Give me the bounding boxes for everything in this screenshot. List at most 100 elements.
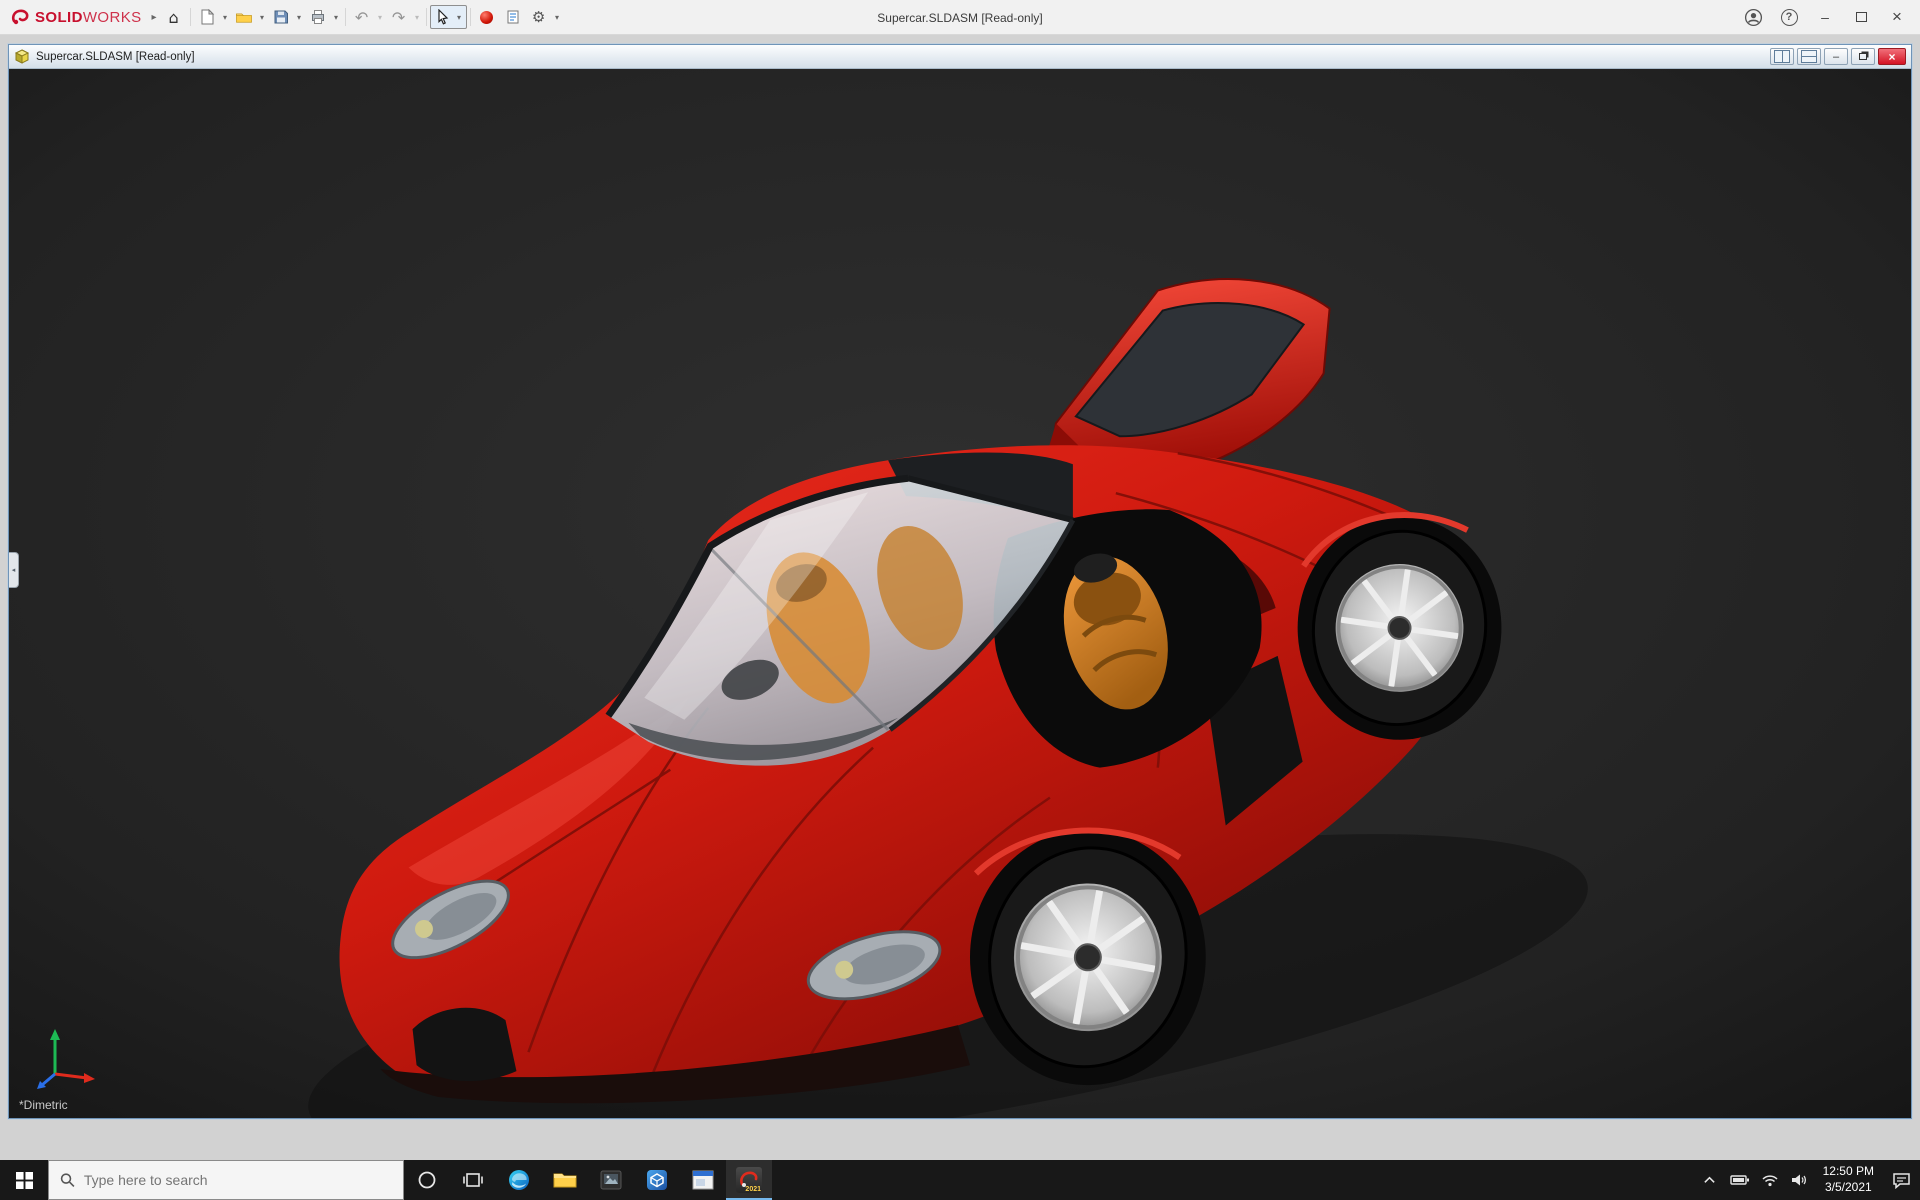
3ds-logo-icon [11, 9, 29, 25]
window-app-icon [692, 1170, 714, 1190]
options-caret[interactable]: ▾ [552, 13, 563, 22]
new-document-icon [201, 9, 214, 25]
document-restore-button[interactable] [1851, 48, 1875, 65]
document-close-button[interactable]: × [1878, 48, 1906, 65]
home-button[interactable]: ⌂ [161, 4, 187, 30]
workspace: Supercar.SLDASM [Read-only] – × *Dimetri… [0, 35, 1920, 1160]
blue-model-app-icon [647, 1170, 667, 1190]
xpress-products-button[interactable] [474, 4, 500, 30]
undo-button[interactable]: ↶ [349, 4, 375, 30]
document-controls: – × [1770, 48, 1906, 65]
network-indicator[interactable] [1755, 1160, 1785, 1200]
split-view-button[interactable] [1770, 48, 1794, 65]
notification-icon [1892, 1172, 1910, 1189]
front-left-wheel [412, 1007, 517, 1082]
toolbar-separator [425, 8, 427, 26]
options-button[interactable]: ⚙ [526, 4, 552, 30]
system-tray: 12:50 PM 3/5/2021 [1695, 1160, 1920, 1200]
feature-manager-collapse-tab[interactable]: ◂ [9, 551, 19, 588]
open-button[interactable] [231, 4, 257, 30]
edge-icon [509, 1170, 529, 1190]
select-arrow-holder [432, 6, 454, 28]
print-button[interactable] [305, 4, 331, 30]
cortana-icon [418, 1171, 436, 1189]
cortana-button[interactable] [404, 1160, 450, 1200]
tray-expand-button[interactable] [1695, 1160, 1725, 1200]
red-sphere-icon [480, 10, 494, 24]
battery-indicator[interactable] [1725, 1160, 1755, 1200]
select-arrow-icon [437, 9, 448, 25]
triad-x-axis [54, 1072, 88, 1080]
solidworks-year-label: 2021 [745, 1186, 761, 1193]
toolbar-separator [189, 8, 191, 26]
brand-light: WORKS [82, 8, 142, 26]
toolbar-separator [344, 8, 346, 26]
taskbar-clock[interactable]: 12:50 PM 3/5/2021 [1815, 1164, 1882, 1195]
image-viewer-app-icon [600, 1170, 622, 1190]
blue-model-app-button[interactable] [634, 1160, 680, 1200]
image-viewer-app-button[interactable] [588, 1160, 634, 1200]
new-document-caret[interactable]: ▾ [220, 13, 231, 22]
orientation-triad [37, 1029, 95, 1089]
solidworks-taskbar-button[interactable]: 2021 [726, 1160, 772, 1200]
account-button[interactable] [1736, 3, 1770, 31]
solidworks-app-icon: 2021 [736, 1167, 762, 1193]
volume-indicator[interactable] [1785, 1160, 1815, 1200]
maximize-icon [1855, 12, 1867, 22]
speaker-icon [1792, 1174, 1807, 1186]
open-caret[interactable]: ▾ [257, 13, 268, 22]
wifi-icon [1762, 1175, 1778, 1187]
help-button[interactable]: ? [1772, 3, 1806, 31]
print-icon [311, 10, 324, 24]
file-explorer-button[interactable] [542, 1160, 588, 1200]
file-properties-icon [507, 10, 519, 24]
select-tool-button[interactable]: ▾ [429, 5, 467, 29]
minimize-button[interactable]: – [1808, 3, 1842, 31]
action-center-button[interactable] [1882, 1160, 1920, 1200]
save-button[interactable] [268, 4, 294, 30]
restore-icon [1859, 53, 1867, 60]
toolbar-expand-arrow[interactable]: ▸ [152, 12, 157, 23]
save-caret[interactable]: ▾ [294, 13, 305, 22]
redo-caret[interactable]: ▾ [412, 13, 423, 22]
save-icon [274, 10, 288, 24]
window-app-button[interactable] [680, 1160, 726, 1200]
search-input[interactable] [83, 1172, 392, 1188]
solidworks-app: SOLIDWORKS ▸ ⌂ ▾ ▾ ▾ ▾ ↶ ▾ ↷ ▾ ▾ ⚙ ▾ Sup… [0, 0, 1920, 1200]
start-button[interactable] [0, 1160, 48, 1200]
undo-caret[interactable]: ▾ [375, 13, 386, 22]
edge-button[interactable] [496, 1160, 542, 1200]
document-minimize-button[interactable]: – [1824, 48, 1848, 65]
toolbar-separator [469, 8, 471, 26]
open-folder-icon [235, 13, 252, 23]
clock-time: 12:50 PM [1822, 1164, 1874, 1179]
help-icon: ? [1780, 8, 1798, 26]
split-pane-icon [1774, 50, 1790, 63]
document-title: Supercar.SLDASM [Read-only] [36, 50, 195, 63]
app-window-controls: ? – × [1736, 3, 1914, 31]
close-button[interactable]: × [1880, 3, 1914, 31]
select-caret[interactable]: ▾ [454, 13, 465, 22]
main-toolbar: ⌂ ▾ ▾ ▾ ▾ ↶ ▾ ↷ ▾ ▾ ⚙ ▾ [161, 4, 563, 30]
graphics-viewport[interactable]: *Dimetric ◂ [9, 69, 1911, 1118]
clock-date: 3/5/2021 [1824, 1180, 1872, 1194]
file-properties-button[interactable] [500, 4, 526, 30]
split-view-horizontal-button[interactable] [1797, 48, 1821, 65]
battery-icon [1729, 1175, 1749, 1185]
task-view-button[interactable] [450, 1160, 496, 1200]
brand-bold: SOLID [35, 8, 83, 26]
document-window: Supercar.SLDASM [Read-only] – × *Dimetri… [8, 44, 1912, 1119]
redo-button[interactable]: ↷ [386, 4, 412, 30]
assembly-icon [14, 48, 30, 64]
app-titlebar: SOLIDWORKS ▸ ⌂ ▾ ▾ ▾ ▾ ↶ ▾ ↷ ▾ ▾ ⚙ ▾ Sup… [0, 0, 1920, 35]
print-caret[interactable]: ▾ [331, 13, 342, 22]
task-view-icon [463, 1173, 483, 1187]
windows-logo-icon [15, 1171, 33, 1189]
new-document-button[interactable] [194, 4, 220, 30]
front-wheel [969, 827, 1206, 1086]
taskbar-search[interactable] [48, 1160, 404, 1200]
document-titlebar[interactable]: Supercar.SLDASM [Read-only] – × [9, 45, 1911, 69]
maximize-button[interactable] [1844, 3, 1878, 31]
file-explorer-icon [553, 1173, 577, 1188]
split-pane-horizontal-icon [1801, 50, 1817, 63]
